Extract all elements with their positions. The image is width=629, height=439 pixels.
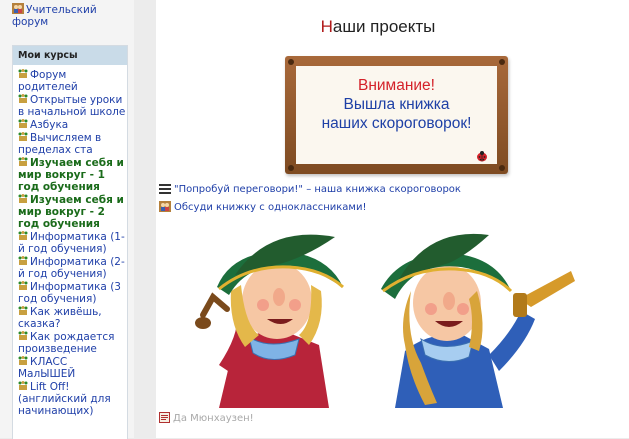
book-icon bbox=[159, 184, 171, 194]
main-content: Наши проекты Внимание! Вышла книжка наши… bbox=[156, 0, 629, 438]
course-link[interactable]: Как рождается произведение bbox=[18, 331, 127, 355]
book-resource-link[interactable]: "Попробуй переговори!" – наша книжка ско… bbox=[159, 184, 461, 196]
course-icon bbox=[18, 157, 28, 166]
course-label[interactable]: Информатика (3 год обучения) bbox=[18, 281, 121, 305]
book-resource-label[interactable]: "Попробуй переговори!" – наша книжка ско… bbox=[174, 184, 461, 195]
course-icon bbox=[18, 281, 28, 290]
my-courses-header: Мои курсы bbox=[13, 46, 127, 65]
munchausen-illustration bbox=[159, 215, 581, 408]
course-label[interactable]: Информатика (2-й год обучения) bbox=[18, 256, 125, 280]
course-label[interactable]: Вычисляем в пределах ста bbox=[18, 132, 101, 156]
course-link[interactable]: Вычисляем в пределах ста bbox=[18, 132, 127, 156]
course-label[interactable]: Lift Off!(английский для начинающих) bbox=[18, 381, 111, 417]
page-icon bbox=[159, 412, 170, 423]
course-icon bbox=[18, 194, 28, 203]
notice-line-3: наших скороговорок! bbox=[321, 115, 472, 132]
teacher-forum-link[interactable]: Учительский форум bbox=[12, 3, 126, 28]
course-icon bbox=[18, 132, 28, 141]
nail-icon bbox=[288, 165, 294, 171]
notice-text: Внимание! Вышла книжка наших скороговоро… bbox=[296, 76, 497, 133]
course-link[interactable]: Изучаем себя и мир вокруг - 2 год обучен… bbox=[18, 194, 127, 230]
course-label[interactable]: Азбука bbox=[30, 119, 68, 131]
nail-icon bbox=[499, 165, 505, 171]
course-link[interactable]: Изучаем себя и мир вокруг - 1 год обучен… bbox=[18, 157, 127, 193]
course-link[interactable]: Форум родителей bbox=[18, 69, 127, 93]
course-icon bbox=[18, 331, 28, 340]
course-icon bbox=[18, 119, 28, 128]
page-title: Наши проекты bbox=[156, 17, 600, 37]
discuss-forum-label[interactable]: Обсуди книжку с одноклассниками! bbox=[174, 202, 366, 213]
course-link[interactable]: Информатика (2-й год обучения) bbox=[18, 256, 127, 280]
nail-icon bbox=[499, 59, 505, 65]
course-link[interactable]: Как живёшь, сказка? bbox=[18, 306, 127, 330]
course-icon bbox=[18, 356, 28, 365]
course-label[interactable]: Изучаем себя и мир вокруг - 2 год обучен… bbox=[18, 194, 124, 230]
nail-icon bbox=[288, 59, 294, 65]
course-icon bbox=[18, 94, 28, 103]
notice-line-1: Внимание! bbox=[358, 77, 435, 94]
course-icon bbox=[18, 306, 28, 315]
course-icon bbox=[18, 231, 28, 240]
course-label[interactable]: Как рождается произведение bbox=[18, 331, 114, 355]
course-label[interactable]: Как живёшь, сказка? bbox=[18, 306, 102, 330]
course-icon bbox=[18, 381, 28, 390]
teacher-forum-label: Учительский форум bbox=[12, 4, 97, 28]
page-title-first-letter: Н bbox=[320, 17, 333, 36]
course-link[interactable]: Lift Off!(английский для начинающих) bbox=[18, 381, 127, 417]
course-label[interactable]: Изучаем себя и мир вокруг - 1 год обучен… bbox=[18, 157, 124, 193]
forum-icon bbox=[159, 201, 171, 212]
ladybug-icon bbox=[477, 151, 487, 162]
caption-label: Да Мюнхаузен! bbox=[173, 413, 254, 424]
course-label[interactable]: Открытые уроки в начальной школе bbox=[18, 94, 125, 118]
forum-icon bbox=[12, 3, 24, 14]
my-courses-block: Мои курсы Форум родителей Открытые уроки … bbox=[12, 45, 128, 439]
illustration-caption: Да Мюнхаузен! bbox=[159, 412, 254, 425]
course-label[interactable]: Информатика (1-й год обучения) bbox=[18, 231, 125, 255]
discuss-forum-link[interactable]: Обсуди книжку с одноклассниками! bbox=[159, 201, 366, 214]
left-column: Учительский форум Мои курсы Форум родите… bbox=[0, 0, 134, 439]
page-title-rest: аши проекты bbox=[332, 17, 436, 36]
course-link[interactable]: Азбука bbox=[18, 119, 127, 131]
course-link[interactable]: Открытые уроки в начальной школе bbox=[18, 94, 127, 118]
course-link[interactable]: Информатика (3 год обучения) bbox=[18, 281, 127, 305]
notice-board-image: Внимание! Вышла книжка наших скороговоро… bbox=[285, 56, 508, 174]
course-list: Форум родителей Открытые уроки в начально… bbox=[13, 65, 127, 417]
course-icon bbox=[18, 256, 28, 265]
course-link[interactable]: Информатика (1-й год обучения) bbox=[18, 231, 127, 255]
course-link[interactable]: КЛАСС МалЫШЕЙ bbox=[18, 356, 127, 380]
course-icon bbox=[18, 69, 28, 78]
notice-line-2: Вышла книжка bbox=[343, 96, 450, 113]
